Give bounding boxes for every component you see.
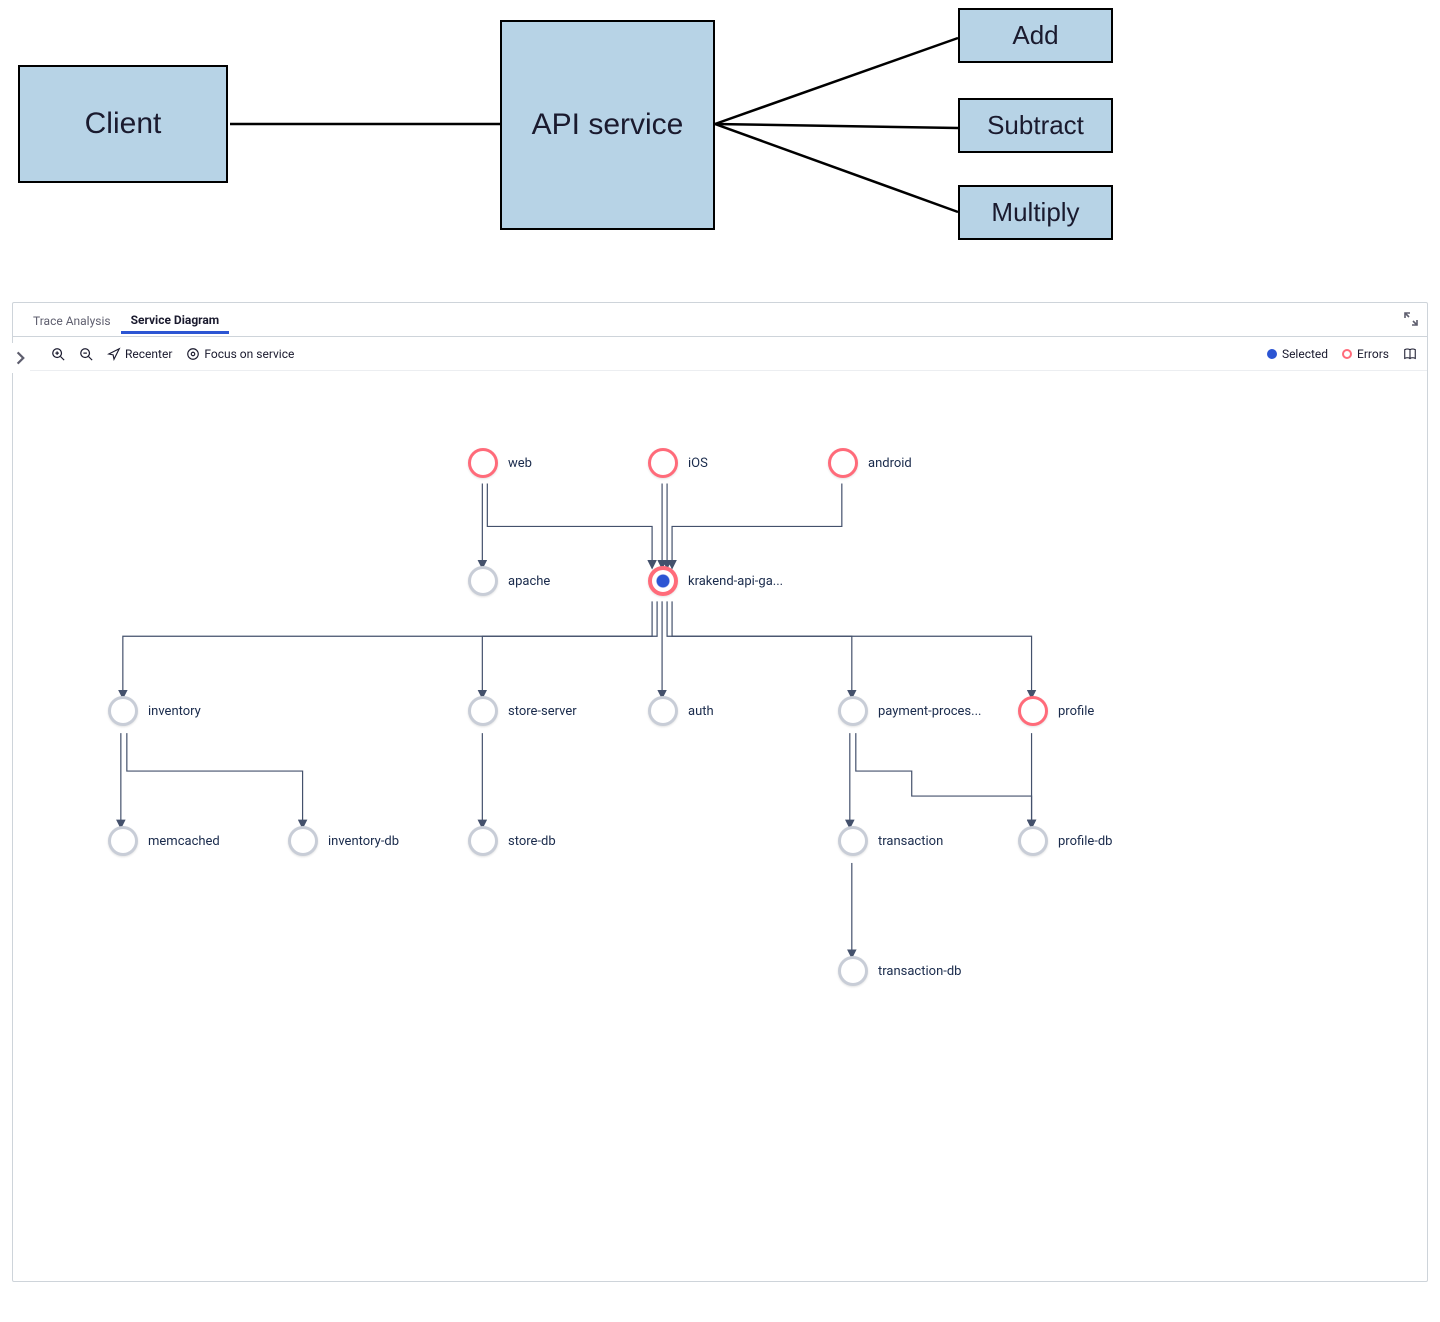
- service-node-icon: [828, 448, 858, 478]
- legend: Selected Errors: [1267, 347, 1417, 361]
- focus-label: Focus on service: [204, 347, 294, 361]
- multiply-label: Multiply: [991, 197, 1079, 228]
- node-label: krakend-api-ga...: [688, 574, 783, 589]
- node-inventory-db[interactable]: inventory-db: [288, 826, 399, 856]
- chevron-right-icon: [12, 349, 30, 367]
- node-label: store-db: [508, 834, 556, 849]
- api-service-box: API service: [500, 20, 715, 230]
- legend-errors: Errors: [1342, 347, 1389, 361]
- node-label: transaction: [878, 834, 943, 849]
- service-node-icon: [648, 448, 678, 478]
- service-node-icon: [468, 696, 498, 726]
- expand-icon: [1403, 311, 1419, 327]
- node-label: inventory-db: [328, 834, 399, 849]
- node-label: inventory: [148, 704, 201, 719]
- service-node-icon: [648, 566, 678, 596]
- node-label: transaction-db: [878, 964, 961, 979]
- service-node-icon: [468, 566, 498, 596]
- node-label: store-server: [508, 704, 577, 719]
- legend-selected: Selected: [1267, 347, 1328, 361]
- node-apache[interactable]: apache: [468, 566, 550, 596]
- subtract-box: Subtract: [958, 98, 1113, 153]
- tab-diagram-label: Service Diagram: [131, 313, 220, 327]
- legend-selected-label: Selected: [1282, 347, 1328, 361]
- node-label: android: [868, 456, 912, 471]
- client-label: Client: [85, 107, 162, 141]
- node-profile-db[interactable]: profile-db: [1018, 826, 1112, 856]
- node-transaction-db[interactable]: transaction-db: [838, 956, 961, 986]
- errors-dot-icon: [1342, 349, 1352, 359]
- node-label: web: [508, 456, 532, 471]
- node-store-db[interactable]: store-db: [468, 826, 556, 856]
- zoom-in-button[interactable]: [51, 347, 65, 361]
- node-label: memcached: [148, 834, 220, 849]
- tab-trace-label: Trace Analysis: [33, 314, 111, 328]
- node-label: profile-db: [1058, 834, 1112, 849]
- node-web[interactable]: web: [468, 448, 532, 478]
- graph-edges: [13, 371, 1427, 1281]
- node-label: apache: [508, 574, 550, 589]
- sidebar-toggle[interactable]: [12, 343, 30, 373]
- recenter-label: Recenter: [125, 347, 172, 361]
- node-gateway[interactable]: krakend-api-ga...: [648, 566, 783, 596]
- zoom-out-icon: [79, 347, 93, 361]
- node-label: payment-proces...: [878, 704, 981, 719]
- tab-service-diagram[interactable]: Service Diagram: [121, 305, 230, 334]
- node-memcached[interactable]: memcached: [108, 826, 220, 856]
- node-ios[interactable]: iOS: [648, 448, 708, 478]
- focus-service-button[interactable]: Focus on service: [186, 347, 294, 361]
- service-node-icon: [838, 696, 868, 726]
- node-inventory[interactable]: inventory: [108, 696, 201, 726]
- node-transaction[interactable]: transaction: [838, 826, 943, 856]
- service-node-icon: [108, 826, 138, 856]
- node-store-server[interactable]: store-server: [468, 696, 577, 726]
- service-node-icon: [1018, 826, 1048, 856]
- service-node-icon: [838, 956, 868, 986]
- docs-button[interactable]: [1403, 347, 1417, 361]
- service-diagram-panel: Trace Analysis Service Diagram Recenter …: [12, 302, 1428, 1282]
- service-node-icon: [838, 826, 868, 856]
- service-node-icon: [648, 696, 678, 726]
- node-label: iOS: [688, 456, 708, 471]
- node-label: auth: [688, 704, 714, 719]
- node-payment[interactable]: payment-proces...: [838, 696, 981, 726]
- tab-bar: Trace Analysis Service Diagram: [13, 303, 1427, 337]
- service-node-icon: [1018, 696, 1048, 726]
- diagram-toolbar: Recenter Focus on service Selected Error…: [13, 337, 1427, 371]
- diagram-canvas[interactable]: web iOS android apache krakend-api-ga...…: [13, 371, 1427, 1281]
- focus-icon: [186, 347, 200, 361]
- expand-button[interactable]: [1403, 311, 1419, 327]
- node-label: profile: [1058, 704, 1094, 719]
- book-icon: [1403, 347, 1417, 361]
- service-node-icon: [108, 696, 138, 726]
- tab-trace-analysis[interactable]: Trace Analysis: [23, 306, 121, 334]
- multiply-box: Multiply: [958, 185, 1113, 240]
- service-node-icon: [288, 826, 318, 856]
- subtract-label: Subtract: [987, 110, 1084, 141]
- service-node-icon: [468, 448, 498, 478]
- add-box: Add: [958, 8, 1113, 63]
- legend-errors-label: Errors: [1357, 347, 1389, 361]
- node-auth[interactable]: auth: [648, 696, 714, 726]
- node-profile[interactable]: profile: [1018, 696, 1094, 726]
- architecture-diagram: Client API service Add Subtract Multiply: [0, 0, 1440, 290]
- node-android[interactable]: android: [828, 448, 912, 478]
- recenter-icon: [107, 347, 121, 361]
- add-label: Add: [1012, 20, 1058, 51]
- api-service-label: API service: [532, 108, 684, 142]
- zoom-out-button[interactable]: [79, 347, 93, 361]
- recenter-button[interactable]: Recenter: [107, 347, 172, 361]
- service-node-icon: [468, 826, 498, 856]
- client-box: Client: [18, 65, 228, 183]
- selected-dot-icon: [1267, 349, 1277, 359]
- zoom-in-icon: [51, 347, 65, 361]
